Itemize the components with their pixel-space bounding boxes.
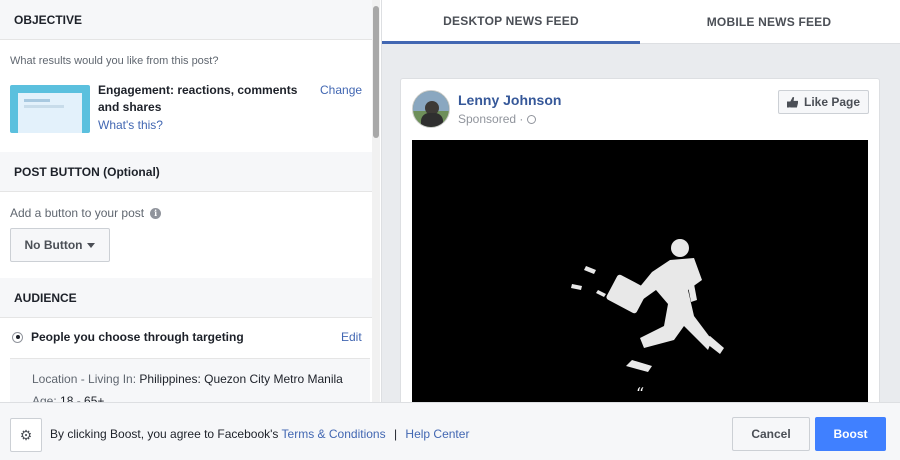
- agree-text: By clicking Boost, you agree to Facebook…: [50, 427, 279, 441]
- sponsored-text: Sponsored ·: [458, 112, 524, 126]
- thumbnail-line: [24, 99, 50, 102]
- audience-option-label: People you choose through targeting: [31, 330, 244, 344]
- thumbnail-line: [24, 105, 64, 108]
- running-businessman-illustration: [571, 239, 724, 372]
- thumbs-up-icon: [786, 96, 798, 108]
- ad-preview-panel: DESKTOP NEWS FEED MOBILE NEWS FEED Lenny…: [381, 0, 900, 402]
- footer-bar: ⚙ By clicking Boost, you agree to Facebo…: [0, 402, 900, 460]
- objective-question: What results would you like from this po…: [10, 55, 219, 67]
- left-scrollbar[interactable]: [372, 0, 380, 402]
- avatar-body: [421, 113, 443, 127]
- audience-edit-link[interactable]: Edit: [341, 330, 362, 344]
- avatar[interactable]: [412, 90, 450, 128]
- like-page-button[interactable]: Like Page: [778, 90, 869, 114]
- author-name[interactable]: Lenny Johnson: [458, 92, 561, 108]
- audience-age: Age: 18 - 65+: [32, 394, 104, 402]
- separator: |: [393, 427, 398, 441]
- post-button-label: Add a button to your post i: [10, 206, 162, 220]
- terms-notice: By clicking Boost, you agree to Facebook…: [50, 427, 469, 441]
- location-value: Philippines: Quezon City Metro Manila: [139, 372, 343, 386]
- gear-icon: ⚙: [19, 426, 33, 443]
- post-button-heading-text: POST BUTTON (Optional): [14, 164, 160, 179]
- post-preview-card: Lenny Johnson Sponsored · Like Page “: [400, 78, 880, 402]
- settings-button[interactable]: ⚙: [10, 418, 42, 452]
- age-value: 18 - 65+: [60, 394, 105, 402]
- post-button-dropdown[interactable]: No Button: [10, 228, 110, 262]
- audience-option[interactable]: People you choose through targeting: [12, 330, 244, 344]
- sponsored-label: Sponsored ·: [458, 112, 537, 126]
- tab-mobile-news-feed[interactable]: MOBILE NEWS FEED: [640, 0, 898, 44]
- objective-thumbnail: [10, 85, 90, 133]
- radio-selected-icon[interactable]: [12, 331, 23, 343]
- change-objective-link[interactable]: Change: [320, 83, 362, 97]
- objective-heading: OBJECTIVE: [0, 0, 380, 40]
- help-center-link[interactable]: Help Center: [405, 427, 469, 441]
- location-label: Location - Living In:: [32, 372, 137, 386]
- scrollbar-thumb[interactable]: [373, 6, 379, 138]
- cancel-button[interactable]: Cancel: [732, 417, 810, 451]
- tab-desktop-news-feed[interactable]: DESKTOP NEWS FEED: [382, 0, 640, 44]
- terms-link[interactable]: Terms & Conditions: [282, 427, 386, 441]
- info-icon[interactable]: i: [150, 207, 162, 219]
- video-caption-quote: “: [636, 384, 645, 402]
- audience-details: Location - Living In: Philippines: Quezo…: [10, 358, 370, 402]
- boost-button[interactable]: Boost: [815, 417, 886, 451]
- chevron-down-icon: [87, 242, 96, 248]
- objective-title: Engagement: reactions, comments and shar…: [98, 83, 298, 114]
- preview-tabs: DESKTOP NEWS FEED MOBILE NEWS FEED: [382, 0, 900, 44]
- audience-heading: AUDIENCE: [0, 278, 372, 318]
- globe-icon: [527, 114, 537, 124]
- post-button-selected: No Button: [24, 238, 83, 252]
- whats-this-link[interactable]: What's this?: [98, 118, 163, 132]
- post-button-heading: POST BUTTON (Optional): [0, 152, 372, 192]
- like-page-label: Like Page: [803, 95, 861, 109]
- audience-location: Location - Living In: Philippines: Quezo…: [32, 372, 343, 386]
- boost-settings-panel: OBJECTIVE What results would you like fr…: [0, 0, 380, 402]
- objective-heading-text: OBJECTIVE: [14, 12, 83, 27]
- age-label: Age:: [32, 394, 57, 402]
- post-button-label-text: Add a button to your post: [10, 206, 145, 220]
- audience-heading-text: AUDIENCE: [14, 290, 77, 305]
- video-media[interactable]: “: [412, 140, 868, 402]
